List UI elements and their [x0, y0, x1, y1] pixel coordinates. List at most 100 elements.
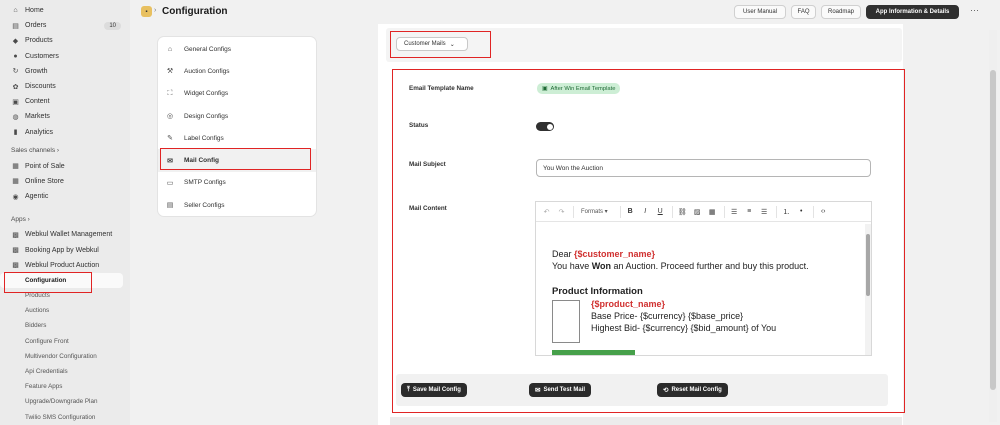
- toolbar-divider: [775, 205, 777, 218]
- sidebar-item-orders[interactable]: ▤ Orders 10: [0, 18, 130, 33]
- config-nav-label: Widget Configs: [184, 90, 229, 98]
- seller-icon: ▤: [166, 202, 174, 210]
- undo-icon[interactable]: ↶: [540, 205, 553, 218]
- booking-app-icon: ▩: [12, 247, 19, 255]
- toolbar-divider: [619, 205, 621, 218]
- sidebar-item-label: Customers: [25, 52, 59, 60]
- sidebar-item-online-store[interactable]: ▦ Online Store: [0, 174, 130, 189]
- sidebar-item-customers[interactable]: ● Customers: [0, 49, 130, 64]
- config-nav-auction-configs[interactable]: ⚒ Auction Configs: [158, 60, 316, 82]
- highest-bid-line: Highest Bid- {$currency} {$bid_amount} o…: [591, 323, 777, 333]
- bold-icon[interactable]: B: [624, 205, 637, 218]
- config-nav-card: ⌂ General Configs ⚒ Auction Configs ⛶ Widget …: [158, 37, 316, 216]
- more-icon[interactable]: ···: [970, 5, 979, 15]
- editor-scrollbar-thumb[interactable]: [866, 234, 870, 296]
- sidebar-item-webkul-product-auction[interactable]: ▩ Webkul Product Auction: [0, 258, 130, 273]
- source-code-icon[interactable]: ‹›: [817, 205, 830, 218]
- sidebar-item-content[interactable]: ▣ Content: [0, 94, 130, 109]
- mail-content-editor[interactable]: ↶ ↷ Formats ▾ B I U ⛓ ▨ ▦ ☰ ≡ ☰ ⒈ • ‹› D…: [535, 201, 872, 356]
- wallet-app-icon: ▩: [12, 231, 19, 239]
- won-text-pre: You have: [552, 261, 592, 271]
- editor-toolbar: ↶ ↷ Formats ▾ B I U ⛓ ▨ ▦ ☰ ≡ ☰ ⒈ • ‹›: [536, 202, 871, 222]
- sidebar-subitem-api-credentials[interactable]: Api Credentials: [0, 364, 130, 379]
- mail-type-select[interactable]: Customer Mails ⌄: [396, 37, 468, 51]
- growth-icon: ↻: [12, 68, 19, 76]
- sidebar-subitem-bidders[interactable]: Bidders: [0, 318, 130, 333]
- config-nav-seller-configs[interactable]: ▤ Seller Configs: [158, 194, 316, 216]
- tag-icon: ◆: [12, 37, 19, 45]
- sidebar-subitem-upgrade-downgrade-plan[interactable]: Upgrade/Downgrade Plan: [0, 394, 130, 409]
- align-right-icon[interactable]: ☰: [758, 205, 771, 218]
- formats-dropdown[interactable]: Formats ▾: [577, 208, 613, 215]
- product-heading: Product Information: [552, 286, 643, 297]
- sidebar-subitem-twilio-sms-configuration[interactable]: Twilio SMS Configuration: [0, 410, 130, 425]
- action-bar: [396, 374, 888, 406]
- config-nav-design-configs[interactable]: ◎ Design Configs: [158, 105, 316, 127]
- page-scrollbar-thumb[interactable]: [990, 70, 996, 390]
- sidebar-item-label: Agentic: [25, 193, 49, 201]
- app-information-button[interactable]: App Information & Details: [866, 5, 959, 19]
- image-icon[interactable]: ▨: [691, 205, 704, 218]
- roadmap-button[interactable]: Roadmap: [821, 5, 861, 19]
- editor-body[interactable]: Dear {$customer_name} You have Won an Au…: [536, 224, 866, 355]
- won-line: You have Won an Auction. Proceed further…: [552, 261, 809, 271]
- link-icon[interactable]: ⛓: [676, 205, 689, 218]
- sidebar-item-label: Online Store: [25, 177, 64, 185]
- sidebar-item-discounts[interactable]: ✿ Discounts: [0, 79, 130, 94]
- numbered-list-icon[interactable]: ⒈: [780, 205, 793, 218]
- sidebar-item-booking-app-by-webkul[interactable]: ▩ Booking App by Webkul: [0, 242, 130, 257]
- breadcrumb-separator-icon: ›: [154, 7, 157, 14]
- sidebar-item-webkul-wallet-management[interactable]: ▩ Webkul Wallet Management: [0, 227, 130, 242]
- auction-app-icon: ▩: [12, 262, 19, 270]
- redo-icon[interactable]: ↷: [555, 205, 568, 218]
- config-nav-label: Auction Configs: [184, 67, 230, 75]
- underline-icon[interactable]: U: [654, 205, 667, 218]
- sidebar-item-products[interactable]: ◆ Products: [0, 33, 130, 48]
- template-badge-text: After Win Email Template: [550, 85, 616, 92]
- app-icon[interactable]: ▪: [141, 6, 152, 17]
- sidebar-item-analytics[interactable]: ▮ Analytics: [0, 125, 130, 140]
- config-nav-widget-configs[interactable]: ⛶ Widget Configs: [158, 83, 316, 105]
- sidebar-item-label: Content: [25, 98, 50, 106]
- table-icon[interactable]: ▦: [706, 205, 719, 218]
- sidebar-item-agentic[interactable]: ◉ Agentic: [0, 189, 130, 204]
- sidebar-subitem-auctions[interactable]: Auctions: [0, 303, 130, 318]
- config-nav-general-configs[interactable]: ⌂ General Configs: [158, 38, 316, 60]
- reset-mail-config-button[interactable]: ⟲ Reset Mail Config: [657, 383, 728, 397]
- sidebar-subitem-multivendor-configuration[interactable]: Multivendor Configuration: [0, 349, 130, 364]
- subject-input[interactable]: [536, 159, 871, 177]
- sidebar-subitem-configure-front[interactable]: Configure Front: [0, 334, 130, 349]
- faq-button[interactable]: FAQ: [791, 5, 816, 19]
- sidebar-item-home[interactable]: ⌂ Home: [0, 3, 130, 18]
- sidebar-item-label: Growth: [25, 67, 48, 75]
- config-nav-mail-config[interactable]: ✉ Mail Config: [158, 149, 316, 172]
- label-icon: ✎: [167, 135, 173, 143]
- sidebar-subitem-products[interactable]: Products: [0, 288, 130, 303]
- person-icon: ●: [13, 52, 18, 60]
- store-icon: ▦: [12, 178, 19, 186]
- sidebar-subitem-feature-apps[interactable]: Feature Apps: [0, 379, 130, 394]
- sidebar-item-point-of-sale[interactable]: ▦ Point of Sale: [0, 159, 130, 174]
- sidebar-item-markets[interactable]: ◍ Markets: [0, 109, 130, 124]
- template-icon: ▣: [542, 85, 548, 92]
- bullet-list-icon[interactable]: •: [795, 205, 808, 218]
- toolbar-divider: [573, 205, 574, 218]
- orders-count-badge: 10: [104, 21, 121, 30]
- toolbar-divider: [812, 205, 814, 218]
- config-nav-label-configs[interactable]: ✎ Label Configs: [158, 127, 316, 149]
- product-image-placeholder: [552, 300, 580, 343]
- sidebar-item-growth[interactable]: ↻ Growth: [0, 64, 130, 79]
- align-center-icon[interactable]: ≡: [743, 205, 756, 218]
- status-toggle[interactable]: [536, 122, 554, 131]
- sidebar-item-label: Markets: [25, 113, 50, 121]
- align-left-icon[interactable]: ☰: [728, 205, 741, 218]
- sidebar-subitem-configuration[interactable]: Configuration: [0, 272, 123, 288]
- user-manual-button[interactable]: User Manual: [734, 5, 786, 19]
- apps-label[interactable]: Apps ›: [0, 211, 130, 227]
- send-test-mail-button[interactable]: ✉ Send Test Mail: [529, 383, 592, 397]
- sales-channels-label[interactable]: Sales channels ›: [0, 143, 130, 159]
- save-mail-config-button[interactable]: ⤒ Save Mail Config: [401, 383, 467, 397]
- product-variable: {$product_name}: [591, 299, 665, 309]
- config-nav-smtp-configs[interactable]: ▭ SMTP Configs: [158, 172, 316, 194]
- italic-icon[interactable]: I: [639, 205, 652, 218]
